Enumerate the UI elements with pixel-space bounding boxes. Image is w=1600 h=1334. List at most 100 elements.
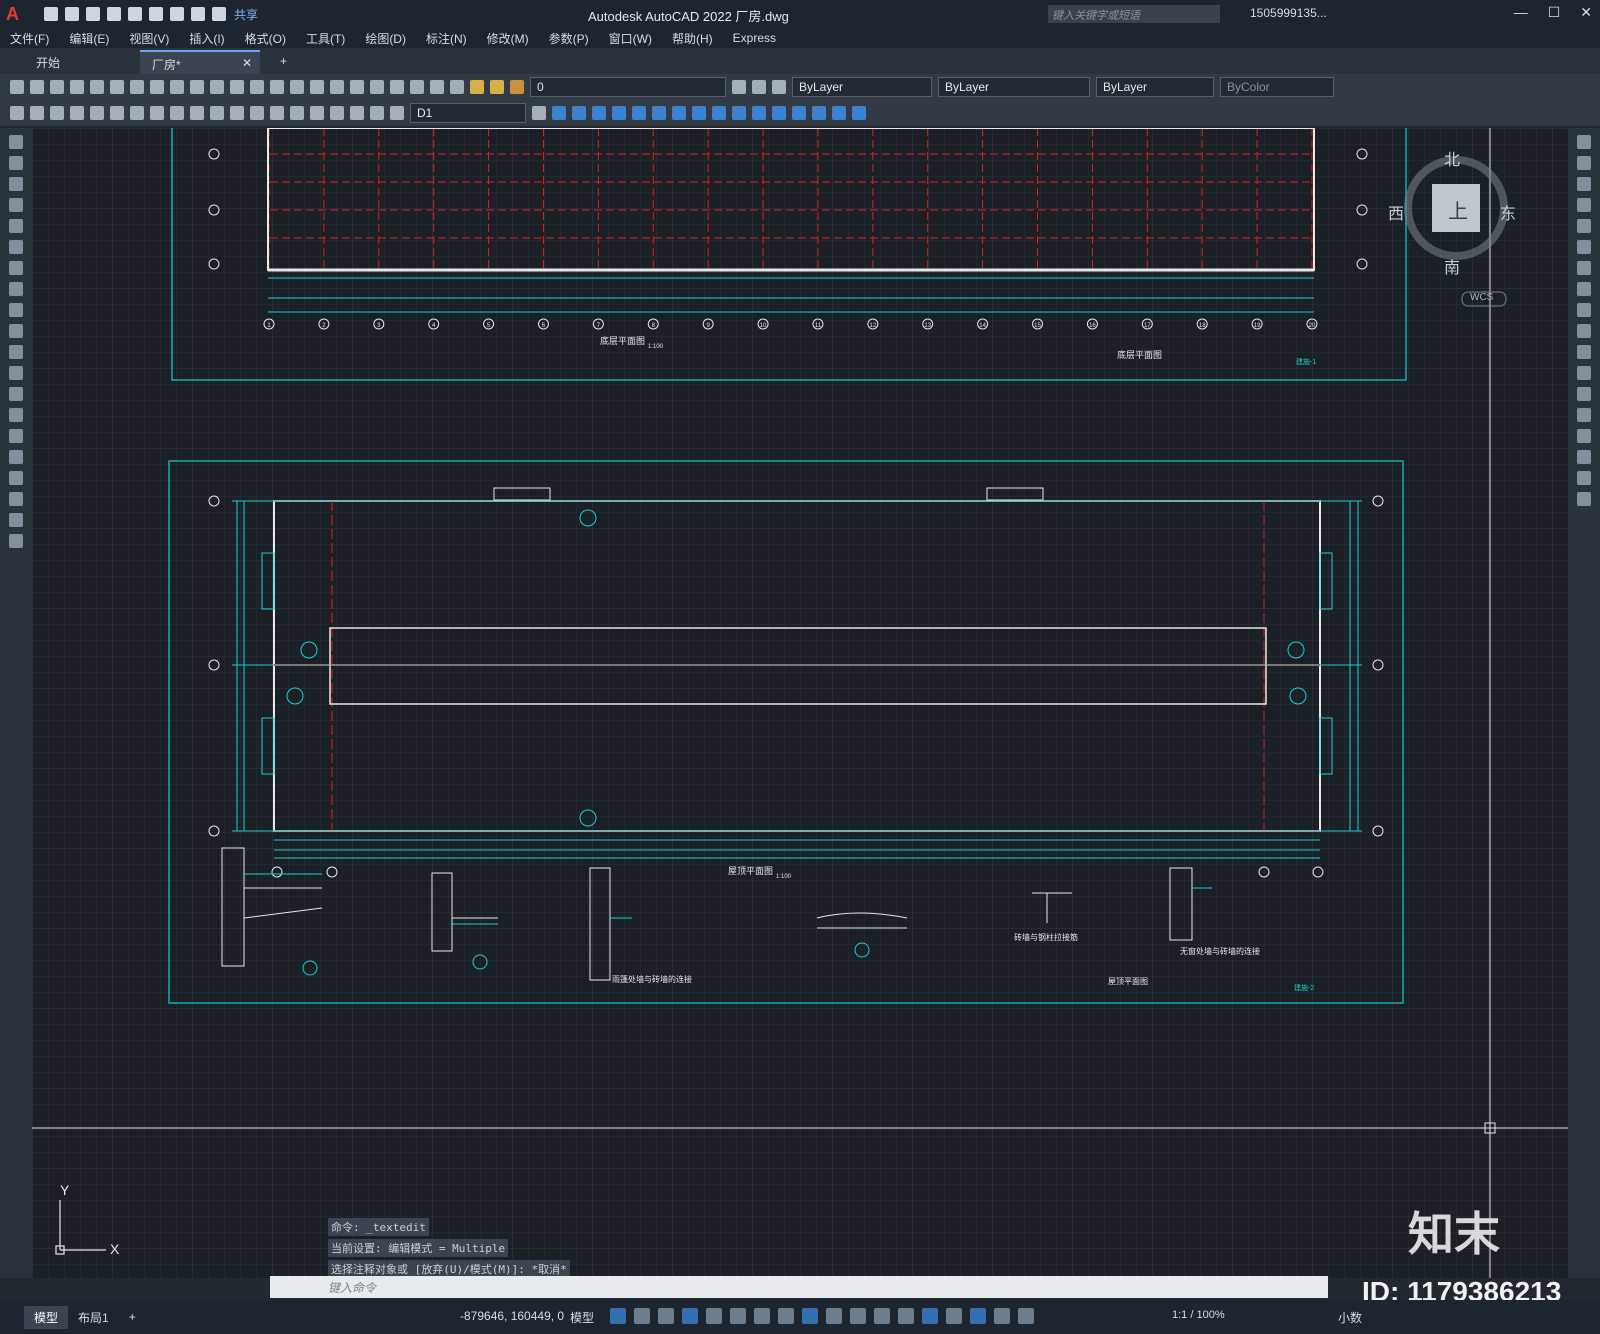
search-input[interactable]: 键入关键字或短语 [1048,5,1220,23]
menu-tools[interactable]: 工具(T) [306,30,345,47]
make-current-icon[interactable] [732,80,746,94]
minimize-button[interactable]: — [1514,4,1528,21]
selection-filter-icon[interactable] [946,1308,962,1324]
arc-icon[interactable] [9,240,23,254]
table-icon[interactable] [9,492,23,506]
dynamic-ucs-icon[interactable] [922,1308,938,1324]
redo-icon[interactable] [230,80,244,94]
close-button[interactable]: ✕ [1580,4,1592,21]
zoom-window-icon[interactable] [290,80,304,94]
object-snap-icon[interactable] [802,1308,818,1324]
ellipse-arc-icon[interactable] [9,345,23,359]
fillet-icon[interactable] [1577,450,1591,464]
menu-express[interactable]: Express [733,31,776,45]
viewcube-south[interactable]: 南 [1444,254,1460,278]
grid-icon[interactable] [610,1308,626,1324]
gizmo-icon[interactable] [970,1308,986,1324]
join-icon[interactable] [1577,408,1591,422]
tolerance-icon[interactable] [270,106,284,120]
copy-icon[interactable] [150,80,164,94]
dimension-update-icon[interactable] [390,106,404,120]
units-dropdown[interactable]: 小数 [1338,1309,1362,1326]
new-tab-button[interactable]: + [268,50,299,74]
user-account[interactable]: 1505999135... [1250,6,1327,20]
undo-icon[interactable] [210,80,224,94]
insert-block-icon[interactable] [9,366,23,380]
menu-view[interactable]: 视图(V) [129,30,169,47]
plot-icon[interactable] [170,7,184,21]
multiline-text-icon[interactable] [9,513,23,527]
menu-help[interactable]: 帮助(H) [672,30,713,47]
angular-icon[interactable] [170,106,184,120]
pan-icon[interactable] [250,80,264,94]
rotate-icon[interactable] [1577,261,1591,275]
explode-icon[interactable] [1577,492,1591,506]
tab-start[interactable]: 开始 [24,50,72,74]
snap-icon[interactable] [634,1308,650,1324]
blend-curves-icon[interactable] [1577,471,1591,485]
viewcube-north[interactable]: 北 [1444,146,1460,170]
maximize-button[interactable]: ☐ [1548,4,1561,21]
ordinate-icon[interactable] [90,106,104,120]
auto-scale-icon[interactable] [1018,1308,1034,1324]
dimension-break-icon[interactable] [250,106,264,120]
dimension-style-icon[interactable] [532,106,546,120]
viewcube-west[interactable]: 西 [1388,200,1404,224]
explode-icon[interactable] [852,106,866,120]
help-icon[interactable] [430,80,444,94]
menu-edit[interactable]: 编辑(E) [69,30,109,47]
tab-layout1[interactable]: 布局1 [68,1306,119,1329]
menu-dimension[interactable]: 标注(N) [426,30,467,47]
open-web-icon[interactable] [128,7,142,21]
calculator-icon[interactable] [410,80,424,94]
construction-line-icon[interactable] [9,156,23,170]
rectangle-icon[interactable] [9,219,23,233]
dynamic-input-icon[interactable] [682,1308,698,1324]
save-web-icon[interactable] [149,7,163,21]
menu-parametric[interactable]: 参数(P) [549,30,589,47]
ellipse-icon[interactable] [9,324,23,338]
dimstyle-dropdown[interactable]: D1 [410,103,526,123]
quick-dimension-icon[interactable] [10,106,24,120]
menu-format[interactable]: 格式(O) [245,30,286,47]
break-icon[interactable] [772,106,786,120]
layer-properties-icon[interactable] [450,80,464,94]
design-center-icon[interactable] [350,80,364,94]
redo-icon[interactable] [212,7,226,21]
ortho-icon[interactable] [706,1308,722,1324]
gradient-icon[interactable] [9,450,23,464]
properties-icon[interactable] [330,80,344,94]
make-block-icon[interactable] [9,387,23,401]
save-as-icon[interactable] [107,7,121,21]
mirror-icon[interactable] [1577,177,1591,191]
undo-icon[interactable] [191,7,205,21]
layer-state-icon[interactable] [772,80,786,94]
coordinates-readout[interactable]: -879646, 160449, 0 [460,1309,564,1323]
annotation-scale[interactable]: 1:1 / 100% [1172,1309,1225,1321]
point-icon[interactable] [9,408,23,422]
line-icon[interactable] [9,135,23,149]
autocad-logo-icon[interactable]: A [6,2,30,26]
hatch-icon[interactable] [9,429,23,443]
menu-insert[interactable]: 插入(I) [189,30,224,47]
dimension-edit-icon[interactable] [350,106,364,120]
spline-icon[interactable] [9,303,23,317]
extend-icon[interactable] [1577,345,1591,359]
command-input[interactable]: 键入命令 [270,1276,1328,1298]
tab-model[interactable]: 模型 [24,1305,69,1329]
move-icon[interactable] [1577,240,1591,254]
layer-previous-icon[interactable] [752,80,766,94]
radius-icon[interactable] [110,106,124,120]
save-icon[interactable] [86,7,100,21]
chamfer-icon[interactable] [812,106,826,120]
annotation-visibility-icon[interactable] [994,1308,1010,1324]
add-selected-icon[interactable] [9,534,23,548]
viewcube-top-face[interactable]: 上 [1448,195,1468,224]
center-mark-icon[interactable] [290,106,304,120]
menu-modify[interactable]: 修改(M) [487,30,529,47]
match-properties-icon[interactable] [190,80,204,94]
publish-icon[interactable] [110,80,124,94]
join-icon[interactable] [792,106,806,120]
chamfer-icon[interactable] [1577,429,1591,443]
drawing-canvas[interactable]: 1 2 3 4 5 6 7 8 9 10 11 12 13 14 15 16 17 18 19 20 底层平面图 1:… [32,128,1568,1278]
